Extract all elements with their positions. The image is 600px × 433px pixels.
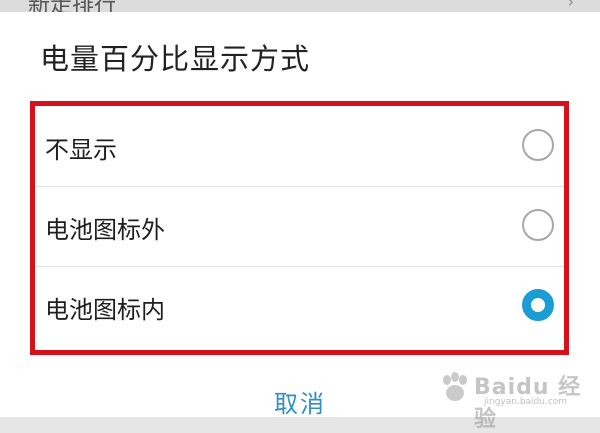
option-label: 不显示: [45, 136, 117, 164]
chevron-right-icon: ›: [567, 0, 574, 11]
radio-unselected-icon[interactable]: [522, 129, 554, 161]
background-row-label: 新走排行: [28, 0, 116, 12]
option-label: 电池图标内: [45, 296, 165, 324]
paw-logo-icon: [443, 372, 467, 401]
radio-selected-icon[interactable]: [522, 289, 554, 321]
option-hide[interactable]: 不显示: [35, 106, 564, 187]
radio-unselected-icon[interactable]: [522, 209, 554, 241]
battery-percentage-dialog: 电量百分比显示方式 不显示 电池图标外 电池图标内 取消 Baidu 经验 ji…: [0, 12, 600, 432]
cancel-button[interactable]: 取消: [240, 384, 360, 419]
option-outside-icon[interactable]: 电池图标外: [35, 186, 564, 267]
watermark-url: jingyan.baidu.com: [484, 397, 568, 407]
option-inside-icon[interactable]: 电池图标内: [35, 266, 564, 346]
baidu-watermark: Baidu 经验 jingyan.baidu.com: [436, 369, 586, 432]
annotation-highlight-box: 不显示 电池图标外 电池图标内: [30, 101, 569, 355]
background-list-row: 新走排行 ›: [0, 0, 600, 12]
option-label: 电池图标外: [45, 216, 165, 244]
dialog-title: 电量百分比显示方式: [40, 42, 311, 76]
